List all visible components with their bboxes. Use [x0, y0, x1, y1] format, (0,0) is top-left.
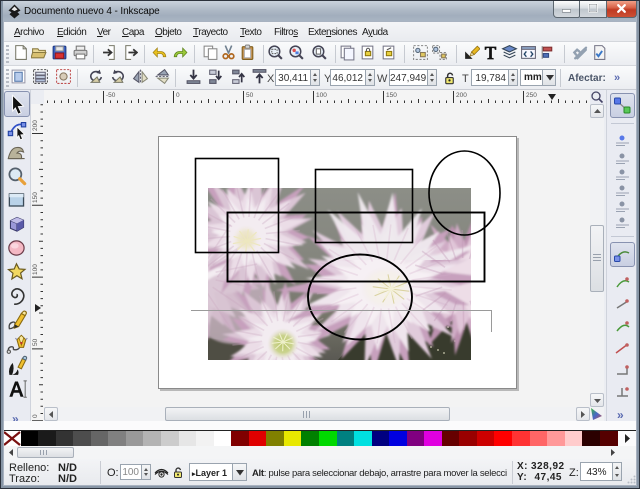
svg-text:200: 200: [456, 92, 467, 99]
svg-text:100: 100: [32, 264, 39, 275]
svg-text:150: 150: [386, 92, 397, 99]
svg-text:50: 50: [246, 92, 254, 99]
svg-text:50: 50: [32, 338, 39, 346]
svg-text:0: 0: [176, 92, 180, 99]
svg-text:0: 0: [32, 414, 39, 418]
svg-text:150: 150: [32, 192, 39, 203]
svg-text:200: 200: [32, 120, 39, 131]
svg-text:100: 100: [316, 92, 327, 99]
svg-text:-50: -50: [106, 92, 116, 99]
svg-text:250: 250: [526, 92, 537, 99]
